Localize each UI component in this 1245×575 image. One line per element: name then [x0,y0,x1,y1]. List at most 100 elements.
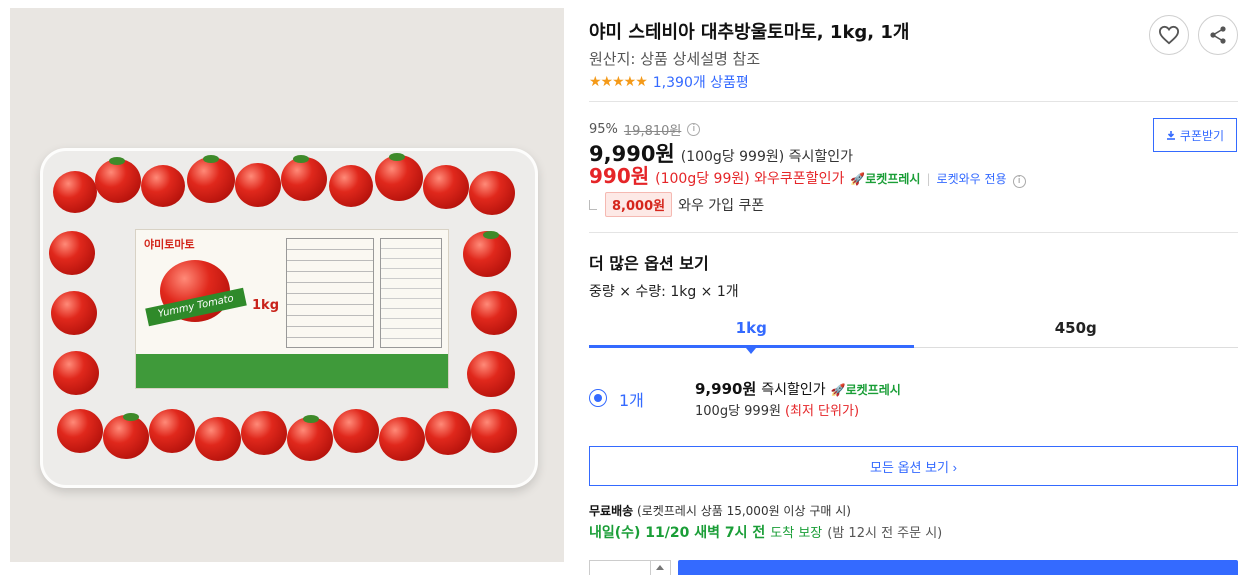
get-coupon-label: 쿠폰받기 [1179,128,1225,143]
label-weight: 1kg [252,298,279,313]
coupon-price: 990원 [589,164,650,188]
stem [203,155,219,163]
corner-indicator [589,199,597,210]
info-icon[interactable]: i [687,123,701,136]
tomato [49,231,95,275]
discount-rate: 95% [589,122,618,137]
delivery-date: 내일(수) 11/20 새벽 7시 전 [589,525,766,541]
tab-1kg[interactable]: 1kg [589,312,914,354]
option-quantity: 1개 [619,391,644,410]
tomato [329,165,373,207]
tomato [425,411,471,455]
download-icon [1166,131,1175,140]
rocket-wow-only: 로켓와우 전용 [936,172,1007,186]
product-origin: 원산지: 상품 상세설명 참조 [589,50,761,68]
free-shipping-label: 무료배송 [589,504,634,518]
tomato [423,165,469,209]
tomato [469,171,515,215]
share-icon [1210,26,1226,44]
tomato [149,409,195,453]
rating: ★★★★★ 1,390개 상품평 [589,72,749,92]
heart-icon [1158,25,1180,45]
option-price-note: 즉시할인가 [761,382,826,398]
tomato [141,165,185,207]
option-summary: 중량 × 수량: 1kg × 1개 [589,284,739,300]
stem [109,157,125,165]
delivery-guarantee: 도착 보장 [770,526,823,541]
tomato [333,409,379,453]
stepper-divider [650,561,651,575]
tomato [375,155,423,201]
tomato [51,291,97,335]
separator: | [926,172,931,186]
review-count-link[interactable]: 1,390개 상품평 [653,72,749,92]
share-button[interactable] [1198,15,1238,55]
tomato [379,417,425,461]
stem [123,413,139,421]
active-tab-caret [746,348,757,354]
rocket-fresh-badge: 🚀로켓프레시 [850,172,921,186]
stem [293,155,309,163]
tomato [241,411,287,455]
option-unit-line: 100g당 999원 (최저 단위가) [695,400,859,419]
get-coupon-button[interactable]: 쿠폰받기 [1153,118,1237,152]
product-page: 야미토마토 Yummy Tomato 1kg 야미 스테비아 대추방울토마토, … [0,0,1245,575]
rating-stars: ★★★★★ [589,74,648,90]
all-options-button[interactable]: 모든 옵션 보기 › [589,446,1238,486]
wow-coupon-text: 와우 가입 쿠폰 [678,197,765,214]
chevron-up-icon[interactable] [656,565,664,570]
delivery-info: 내일(수) 11/20 새벽 7시 전 도착 보장 (밤 12시 전 주문 시) [589,522,942,542]
tomato [471,409,517,453]
stem [303,415,319,423]
tomato [187,157,235,203]
buy-button[interactable] [678,560,1238,575]
tomato [53,351,99,395]
option-price-line: 9,990원 즉시할인가 🚀로켓프레시 [695,378,901,399]
rocket-fresh-badge: 🚀로켓프레시 [830,383,901,397]
option-item-1[interactable]: 1개 9,990원 즉시할인가 🚀로켓프레시 100g당 999원 (최저 단위… [589,378,1238,419]
original-price: 19,810원 [623,124,682,139]
option-unit-price: 100g당 999원 [695,404,781,419]
label-brand: 야미토마토 [144,238,195,251]
coupon-price-row: 990원 (100g당 99원) 와우쿠폰할인가 🚀로켓프레시 | 로켓와우 전… [589,160,1026,189]
wow-coupon-row: 8,000원 와우 가입 쿠폰 [589,192,764,217]
tomato [471,291,517,335]
product-image[interactable]: 야미토마토 Yummy Tomato 1kg [10,8,564,562]
coupon-unit-price: (100g당 99원) 와우쿠폰할인가 [655,171,845,187]
weight-tabs: 1kg 450g [589,312,1238,354]
tomato [103,415,149,459]
product-label: 야미토마토 Yummy Tomato 1kg [135,229,449,389]
divider [589,232,1238,233]
tomato [57,409,103,453]
stem [483,231,499,239]
tomato [281,157,327,201]
wow-coupon-amount: 8,000원 [605,192,673,217]
label-info-table [286,238,374,348]
shipping-info: 무료배송 (로켓프레시 상품 15,000원 이상 구매 시) [589,502,851,519]
wishlist-button[interactable] [1149,15,1189,55]
tomato [53,171,97,213]
lowest-unit-label: (최저 단위가) [784,404,860,419]
stem [389,153,405,161]
quantity-stepper[interactable] [589,560,671,575]
tomato [95,159,141,203]
tomato [287,417,333,461]
tab-label: 450g [1054,319,1097,337]
tomato-tray-illustration: 야미토마토 Yummy Tomato 1kg [40,148,538,488]
tab-450g[interactable]: 450g [913,312,1238,348]
label-nutrition-table [380,238,442,348]
option-radio[interactable] [589,389,607,407]
tab-label: 1kg [735,319,767,337]
tomato [195,417,241,461]
product-title: 야미 스테비아 대추방울토마토, 1kg, 1개 [589,22,910,43]
tomato [467,351,515,397]
tomato [235,163,281,207]
more-options-heading: 더 많은 옵션 보기 [589,254,709,273]
delivery-condition: (밤 12시 전 주문 시) [827,526,943,541]
divider [589,101,1238,102]
free-shipping-condition: (로켓프레시 상품 15,000원 이상 구매 시) [637,504,851,518]
info-icon[interactable]: i [1012,175,1026,188]
discount-row: 95% 19,810원 i [589,120,701,139]
option-price: 9,990원 [695,380,757,398]
label-green-band [136,354,448,388]
